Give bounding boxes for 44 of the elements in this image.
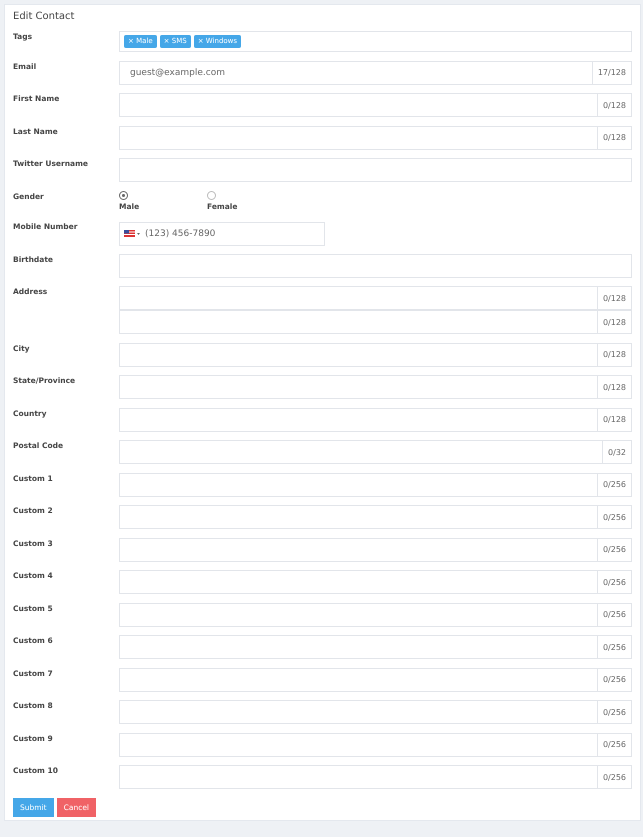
text-field[interactable] (119, 570, 598, 594)
text-field[interactable] (119, 93, 598, 117)
character-counter: 0/128 (598, 375, 632, 399)
character-counter: 0/128 (598, 286, 632, 310)
character-counter: 0/128 (598, 126, 632, 150)
text-field[interactable] (119, 635, 598, 659)
character-counter: 0/128 (598, 408, 632, 432)
character-counter: 0/128 (598, 342, 632, 366)
radio-button[interactable] (119, 190, 128, 200)
form-title: Edit Contact (13, 11, 76, 23)
character-counter: 0/256 (598, 635, 632, 659)
character-counter: 0/256 (598, 570, 632, 594)
character-counter: 0/128 (598, 310, 632, 334)
character-counter: 0/256 (598, 765, 632, 789)
character-counter: 0/256 (598, 505, 632, 529)
character-counter: 0/256 (598, 668, 632, 692)
text-field[interactable] (119, 342, 598, 366)
character-counter: 0/256 (598, 732, 632, 756)
text-field[interactable] (119, 668, 598, 692)
character-counter: 0/256 (598, 472, 632, 496)
text-field[interactable] (119, 602, 598, 626)
phone-field[interactable]: (123) 456-7890 (119, 222, 325, 246)
text-field[interactable] (119, 505, 598, 529)
text-field[interactable] (119, 538, 598, 562)
text-field[interactable] (119, 732, 598, 756)
character-counter: 0/256 (598, 700, 632, 724)
radio-button[interactable] (207, 190, 216, 200)
character-counter: 0/256 (598, 538, 632, 562)
character-counter: 17/128 (592, 60, 632, 84)
text-field[interactable]: guest@example.com (119, 60, 593, 84)
text-field[interactable] (119, 310, 598, 334)
text-field[interactable] (119, 254, 632, 278)
text-field[interactable] (119, 158, 632, 182)
text-field[interactable] (119, 408, 598, 432)
character-counter: 0/256 (598, 602, 632, 626)
character-counter: 0/32 (603, 440, 632, 464)
text-field[interactable] (119, 126, 598, 150)
text-field[interactable] (119, 472, 598, 496)
text-field[interactable] (119, 700, 598, 724)
text-field[interactable] (119, 375, 598, 399)
text-field[interactable] (119, 440, 604, 464)
text-field[interactable] (119, 765, 598, 789)
character-counter: 0/128 (598, 93, 632, 117)
text-field[interactable] (119, 286, 598, 310)
